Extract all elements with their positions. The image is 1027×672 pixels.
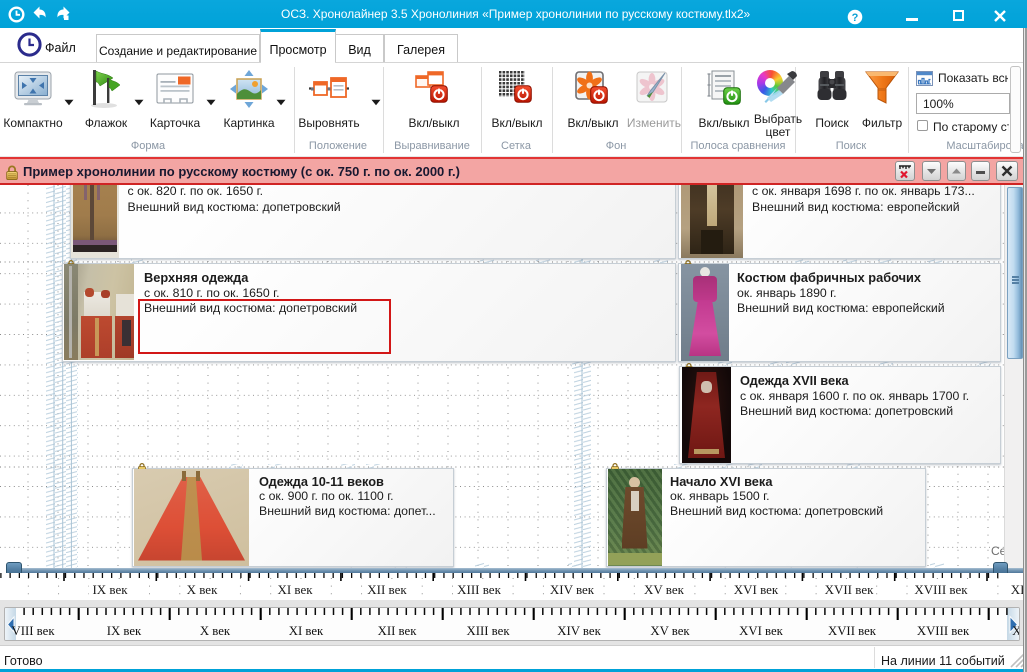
svg-text:?: ? <box>852 12 859 24</box>
